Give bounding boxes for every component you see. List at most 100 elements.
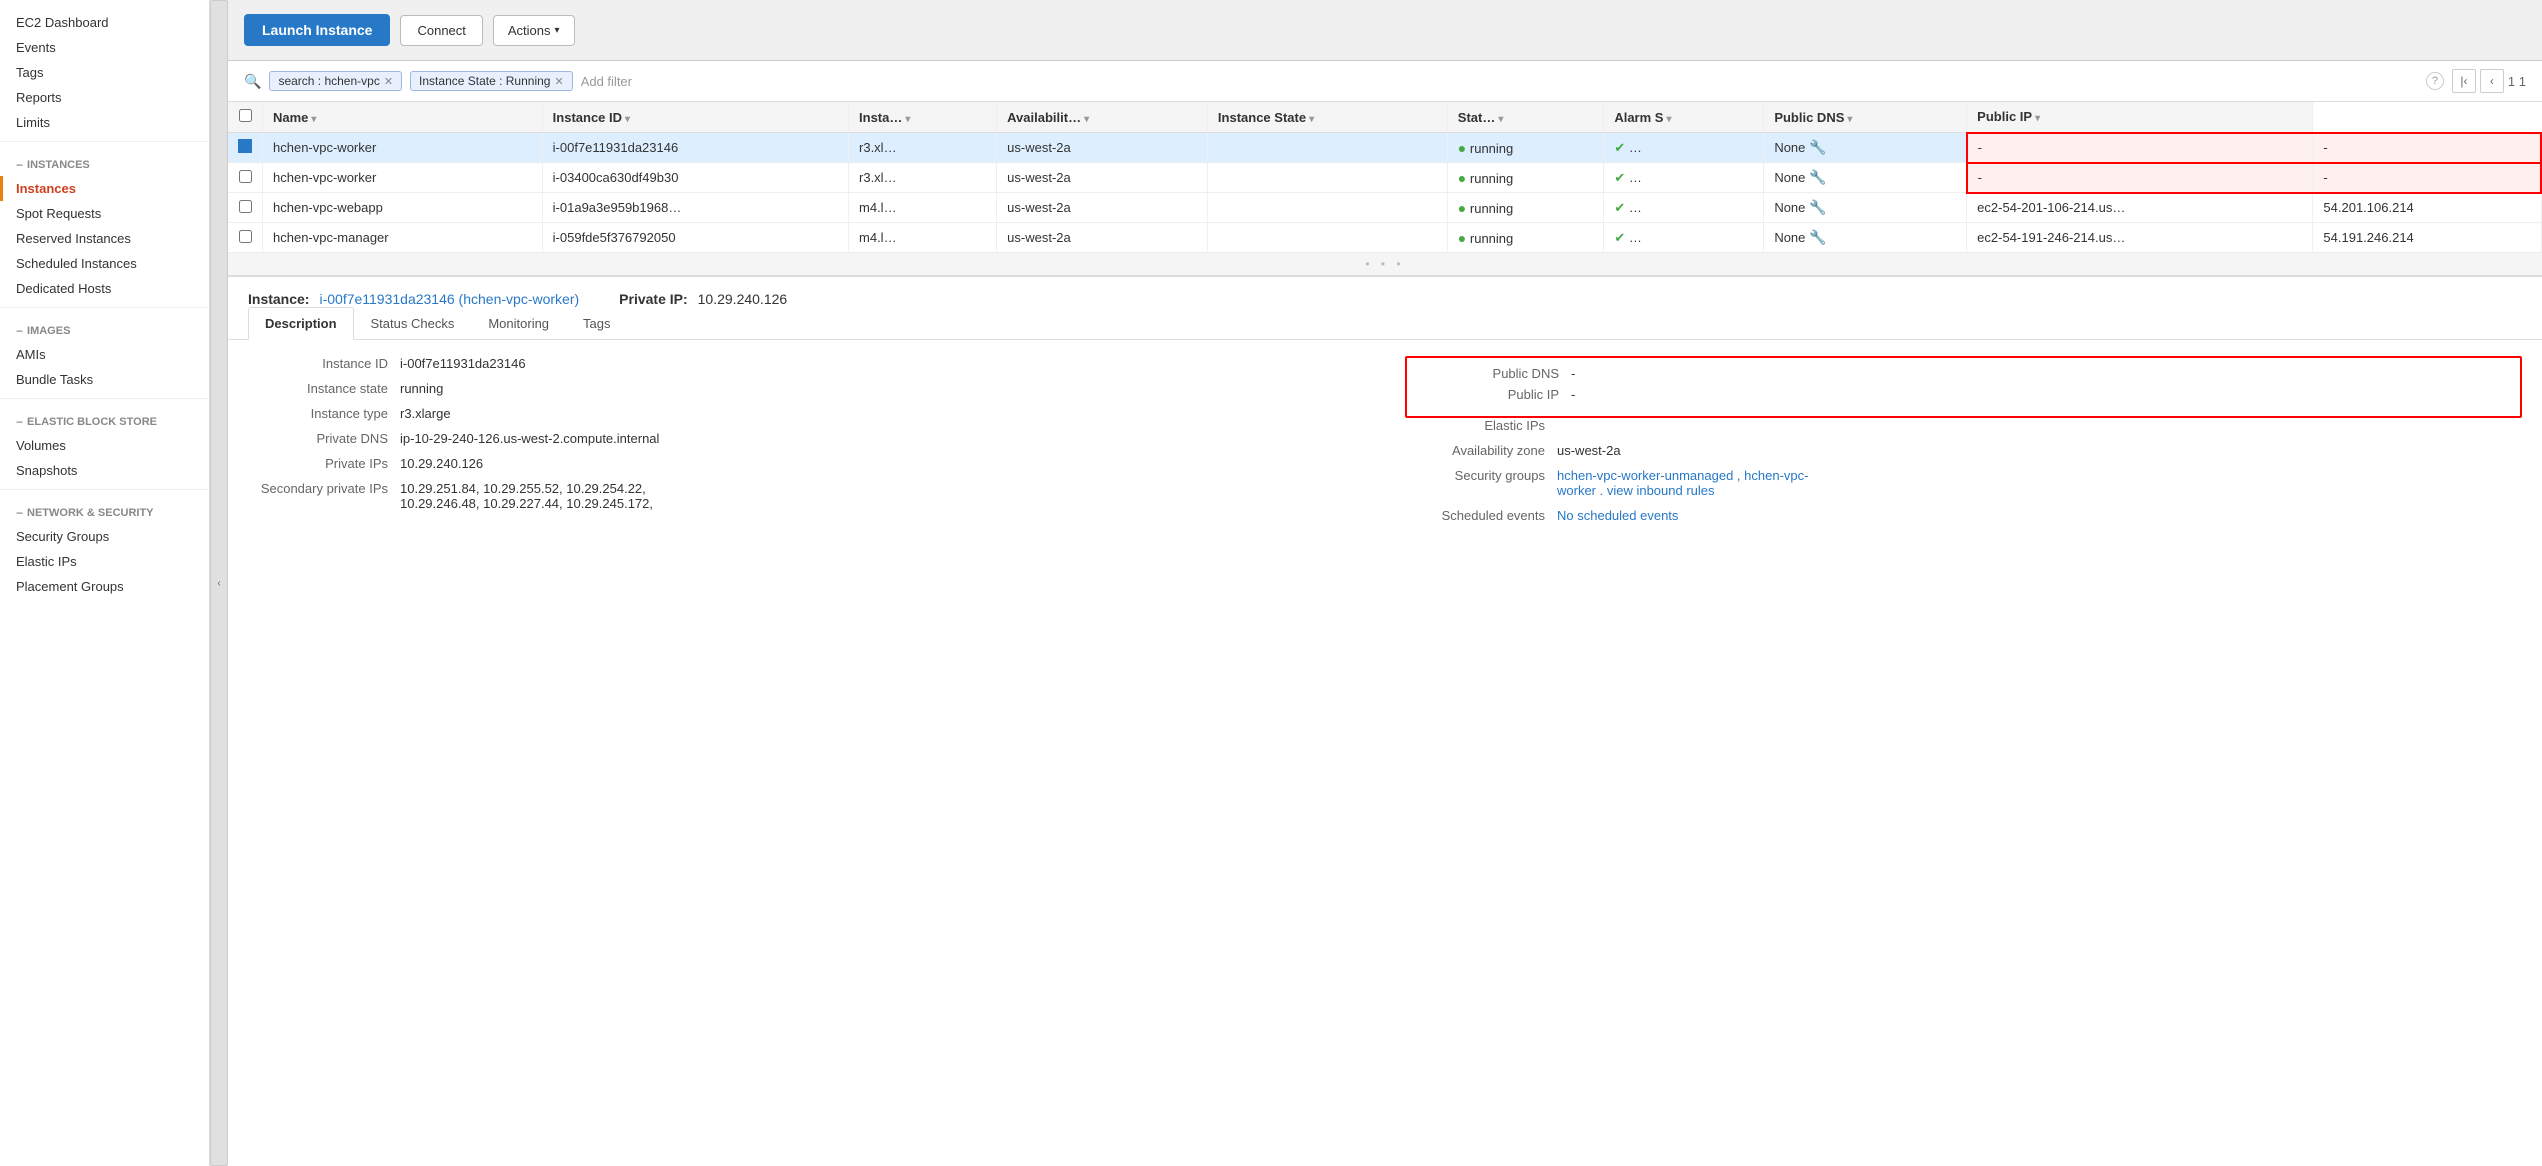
sidebar-section-ebs-section: − ELASTIC BLOCK STORE [0,405,209,433]
row-checkbox-0[interactable] [228,133,263,163]
alarm-value: None [1774,230,1805,245]
sort-icon[interactable]: ▾ [1084,114,1089,125]
tab-description[interactable]: Description [248,307,354,340]
row-select-checkbox[interactable] [239,200,252,213]
detail-value: - [1571,366,1575,381]
detail-label: Public DNS [1419,366,1559,381]
sidebar-item-instances[interactable]: Instances [0,176,209,201]
column-header-2[interactable]: Instance ID▾ [542,102,848,133]
sort-icon[interactable]: ▾ [1309,114,1314,125]
public-ip-cell: - [2313,133,2541,163]
search-filter-label: search : hchen-vpc [278,74,379,88]
sidebar-item-security-groups[interactable]: Security Groups [0,524,209,549]
row-checkbox-1[interactable] [228,163,263,193]
sidebar-item-snapshots[interactable]: Snapshots [0,458,209,483]
sidebar-item-dedicated-hosts[interactable]: Dedicated Hosts [0,276,209,301]
sidebar-item-reports[interactable]: Reports [0,85,209,110]
search-filter-tag[interactable]: search : hchen-vpc ✕ [269,71,402,91]
column-header-8[interactable]: Public DNS▾ [1764,102,1967,133]
instance-state-value: running [1470,201,1513,216]
public-ip-cell: - [2313,163,2541,193]
status-check-icon: ✔ [1614,140,1625,155]
sidebar-item-elastic-ips[interactable]: Elastic IPs [0,549,209,574]
sidebar-item-events[interactable]: Events [0,35,209,60]
sort-icon[interactable]: ▾ [905,114,910,125]
column-header-5[interactable]: Instance State▾ [1207,102,1447,133]
sidebar-collapse-arrow[interactable]: ‹ [210,0,228,1166]
connect-button[interactable]: Connect [400,15,482,46]
instance-state-value: running [1470,171,1513,186]
column-header-3[interactable]: Insta…▾ [849,102,997,133]
state-dot-icon: ● [1458,170,1466,186]
section-toggle-icon[interactable]: − [16,506,23,520]
state-dot-icon: ● [1458,230,1466,246]
selected-checkbox [238,139,252,153]
column-header-0 [228,102,263,133]
search-filter-remove-icon[interactable]: ✕ [384,75,393,88]
sidebar-item-bundle-tasks[interactable]: Bundle Tasks [0,367,209,392]
help-icon[interactable]: ? [2426,72,2444,90]
sidebar-item-reserved-instances[interactable]: Reserved Instances [0,226,209,251]
sort-icon[interactable]: ▾ [1498,114,1503,125]
actions-button[interactable]: Actions ▾ [493,15,575,46]
alarm-value: None [1774,170,1805,185]
sort-icon[interactable]: ▾ [1666,114,1671,125]
detail-label: Public IP [1419,387,1559,402]
sort-icon[interactable]: ▾ [625,114,630,125]
tab-status-checks[interactable]: Status Checks [354,307,472,340]
row-select-checkbox[interactable] [239,170,252,183]
detail-label: Private IPs [248,456,388,471]
column-header-9[interactable]: Public IP▾ [1967,102,2313,133]
sidebar-item-ec2-dashboard[interactable]: EC2 Dashboard [0,10,209,35]
sidebar-item-placement-groups[interactable]: Placement Groups [0,574,209,599]
detail-value: 10.29.240.126 [400,456,483,471]
sidebar-item-scheduled-instances[interactable]: Scheduled Instances [0,251,209,276]
detail-value-link[interactable]: No scheduled events [1557,508,1678,523]
detail-value-link[interactable]: hchen-vpc-worker-unmanaged , hchen-vpc- … [1557,468,1808,498]
tab-tags[interactable]: Tags [566,307,627,340]
sidebar-item-spot-requests[interactable]: Spot Requests [0,201,209,226]
table-row[interactable]: hchen-vpc-workeri-03400ca630df49b30r3.xl… [228,163,2541,193]
sort-icon[interactable]: ▾ [1847,114,1852,125]
column-header-7[interactable]: Alarm S▾ [1604,102,1764,133]
column-header-1[interactable]: Name▾ [263,102,543,133]
sidebar-item-limits[interactable]: Limits [0,110,209,135]
state-filter-label: Instance State : Running [419,74,550,88]
select-all-checkbox[interactable] [239,109,252,122]
status-check-icon: ✔ [1614,230,1625,245]
detail-value: 10.29.251.84, 10.29.255.52, 10.29.254.22… [400,481,653,511]
prev-page-button[interactable]: ‹ [2480,69,2504,93]
state-filter-remove-icon[interactable]: ✕ [554,75,563,88]
column-header-6[interactable]: Stat…▾ [1447,102,1604,133]
first-page-button[interactable]: |‹ [2452,69,2476,93]
instance-id-cell: i-03400ca630df49b30 [542,163,848,193]
row-checkbox-2[interactable] [228,193,263,223]
column-header-4[interactable]: Availabilit…▾ [997,102,1208,133]
table-row[interactable]: hchen-vpc-webappi-01a9a3e959b1968…m4.l…u… [228,193,2541,223]
sidebar-item-amis[interactable]: AMIs [0,342,209,367]
section-toggle-icon[interactable]: − [16,158,23,172]
sort-icon[interactable]: ▾ [2035,113,2040,124]
sidebar-item-volumes[interactable]: Volumes [0,433,209,458]
resize-handle[interactable]: • • • [228,253,2542,275]
detail-header: Instance: i-00f7e11931da23146 (hchen-vpc… [228,277,2542,307]
detail-row: Private DNSip-10-29-240-126.us-west-2.co… [248,431,1365,446]
table-row[interactable]: hchen-vpc-manageri-059fde5f376792050m4.l… [228,223,2541,253]
tab-monitoring[interactable]: Monitoring [471,307,566,340]
section-toggle-icon[interactable]: − [16,324,23,338]
detail-instance-id: i-00f7e11931da23146 (hchen-vpc-worker) [319,291,579,307]
sort-icon[interactable]: ▾ [311,114,316,125]
name-cell: hchen-vpc-webapp [263,193,543,223]
detail-left-col: Instance IDi-00f7e11931da23146Instance s… [248,356,1365,533]
launch-instance-button[interactable]: Launch Instance [244,14,390,46]
detail-instance-label: Instance: [248,291,309,307]
row-checkbox-3[interactable] [228,223,263,253]
sidebar-section-instances-section: − INSTANCES [0,148,209,176]
add-filter-placeholder[interactable]: Add filter [581,74,632,89]
section-toggle-icon[interactable]: − [16,415,23,429]
table-row[interactable]: hchen-vpc-workeri-00f7e11931da23146r3.xl… [228,133,2541,163]
sidebar-item-tags[interactable]: Tags [0,60,209,85]
state-filter-tag[interactable]: Instance State : Running ✕ [410,71,573,91]
row-select-checkbox[interactable] [239,230,252,243]
state-dot-icon: ● [1458,200,1466,216]
